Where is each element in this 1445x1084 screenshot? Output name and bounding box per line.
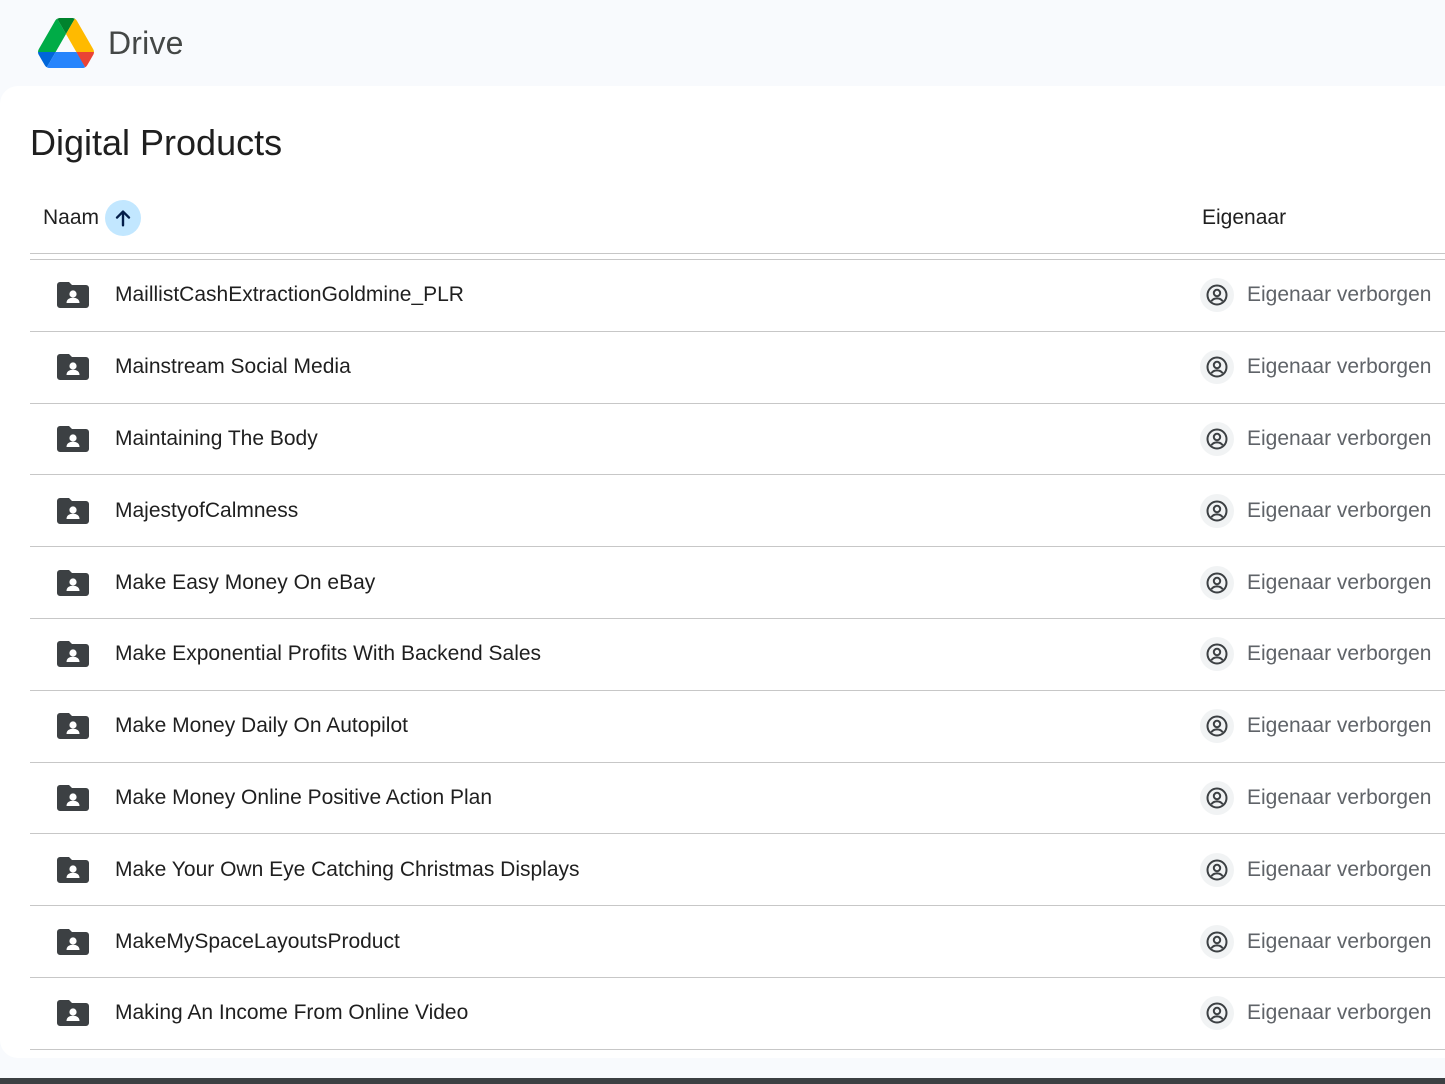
owner-name: Eigenaar verborgen bbox=[1247, 785, 1432, 809]
owner-avatar bbox=[1200, 493, 1234, 528]
folder-name: MakeMySpaceLayoutsProduct bbox=[115, 929, 400, 953]
file-list-panel: Digital Products Naam Eigenaar MaillistC… bbox=[0, 86, 1445, 1058]
shared-folder-icon bbox=[57, 856, 89, 883]
folder-name: Make Exponential Profits With Backend Sa… bbox=[115, 642, 542, 666]
folder-name: Maintaining The Body bbox=[115, 426, 318, 450]
folder-name: Make Your Own Eye Catching Christmas Dis… bbox=[115, 857, 580, 881]
account-circle-icon bbox=[1206, 572, 1228, 594]
owner-avatar bbox=[1200, 709, 1234, 744]
shared-folder-icon bbox=[57, 425, 89, 452]
account-circle-icon bbox=[1206, 356, 1228, 378]
owner-name: Eigenaar verborgen bbox=[1247, 570, 1432, 594]
sort-ascending-button[interactable] bbox=[105, 200, 142, 236]
account-circle-icon bbox=[1206, 500, 1228, 522]
file-list: MaillistCashExtractionGoldmine_PLR Eigen… bbox=[30, 259, 1445, 1050]
column-header-owner[interactable]: Eigenaar bbox=[1202, 194, 1286, 242]
shared-folder-icon bbox=[57, 1000, 89, 1027]
shared-folder-icon bbox=[57, 713, 89, 740]
folder-row[interactable]: MakeMySpaceLayoutsProduct Eigenaar verbo… bbox=[30, 906, 1445, 978]
folder-name: Make Easy Money On eBay bbox=[115, 570, 376, 594]
shared-folder-icon bbox=[57, 282, 89, 309]
folder-row[interactable]: Make Money Online Positive Action Plan E… bbox=[30, 763, 1445, 835]
shared-folder-icon bbox=[57, 928, 89, 955]
arrow-up-icon bbox=[115, 210, 131, 227]
owner-avatar bbox=[1200, 278, 1234, 313]
app-name: Drive bbox=[108, 24, 184, 61]
folder-row[interactable]: Make Exponential Profits With Backend Sa… bbox=[30, 619, 1445, 691]
owner-avatar bbox=[1200, 421, 1234, 456]
account-circle-icon bbox=[1206, 787, 1228, 809]
column-header-name-label: Naam bbox=[43, 206, 100, 229]
folder-name: MaillistCashExtractionGoldmine_PLR bbox=[115, 283, 464, 307]
folder-row[interactable]: Maintaining The Body Eigenaar verborgen bbox=[30, 404, 1445, 476]
column-header-name[interactable]: Naam bbox=[43, 194, 142, 242]
owner-avatar bbox=[1200, 350, 1234, 385]
owner-name: Eigenaar verborgen bbox=[1247, 355, 1432, 379]
owner-avatar bbox=[1200, 565, 1234, 600]
folder-row[interactable]: MajestyofCalmness Eigenaar verborgen bbox=[30, 475, 1445, 548]
shared-folder-icon bbox=[57, 354, 89, 381]
folder-row[interactable]: Making An Income From Online Video Eigen… bbox=[30, 978, 1445, 1050]
account-circle-icon bbox=[1206, 643, 1228, 665]
owner-name: Eigenaar verborgen bbox=[1247, 283, 1432, 307]
page-title: Digital Products bbox=[30, 122, 283, 163]
shared-folder-icon bbox=[57, 497, 89, 524]
shared-folder-icon bbox=[57, 569, 89, 596]
account-circle-icon bbox=[1206, 1002, 1228, 1024]
drive-logo-icon[interactable] bbox=[38, 18, 94, 68]
account-circle-icon bbox=[1206, 284, 1228, 306]
account-circle-icon bbox=[1206, 859, 1228, 881]
folder-name: Make Money Online Positive Action Plan bbox=[115, 785, 493, 809]
shared-folder-icon bbox=[57, 641, 89, 668]
folder-row[interactable]: Mainstream Social Media Eigenaar verborg… bbox=[30, 332, 1445, 404]
column-header-owner-label: Eigenaar bbox=[1202, 206, 1287, 229]
folder-name: MajestyofCalmness bbox=[115, 498, 299, 522]
owner-name: Eigenaar verborgen bbox=[1247, 929, 1432, 953]
folder-row[interactable]: Make Easy Money On eBay Eigenaar verborg… bbox=[30, 547, 1445, 619]
owner-avatar bbox=[1200, 780, 1234, 815]
folder-row[interactable]: Make Your Own Eye Catching Christmas Dis… bbox=[30, 834, 1445, 907]
owner-name: Eigenaar verborgen bbox=[1247, 857, 1432, 881]
account-circle-icon bbox=[1206, 715, 1228, 737]
owner-avatar bbox=[1200, 996, 1234, 1031]
owner-avatar bbox=[1200, 637, 1234, 672]
folder-name: Mainstream Social Media bbox=[115, 355, 351, 379]
owner-avatar bbox=[1200, 924, 1234, 959]
account-circle-icon bbox=[1206, 931, 1228, 953]
folder-name: Making An Income From Online Video bbox=[115, 1001, 469, 1025]
owner-name: Eigenaar verborgen bbox=[1247, 642, 1432, 666]
top-bar: Drive bbox=[0, 0, 1445, 86]
folder-row[interactable]: Make Money Daily On Autopilot Eigenaar v… bbox=[30, 691, 1445, 763]
owner-name: Eigenaar verborgen bbox=[1247, 426, 1432, 450]
account-circle-icon bbox=[1206, 428, 1228, 450]
folder-row[interactable]: MaillistCashExtractionGoldmine_PLR Eigen… bbox=[30, 260, 1445, 332]
folder-name: Make Money Daily On Autopilot bbox=[115, 714, 408, 738]
owner-name: Eigenaar verborgen bbox=[1247, 498, 1432, 522]
shared-folder-icon bbox=[57, 784, 89, 811]
owner-name: Eigenaar verborgen bbox=[1247, 714, 1432, 738]
owner-name: Eigenaar verborgen bbox=[1247, 1001, 1432, 1025]
list-header: Naam Eigenaar bbox=[30, 194, 1445, 254]
window-bottom-edge bbox=[0, 1078, 1445, 1084]
owner-avatar bbox=[1200, 852, 1234, 887]
